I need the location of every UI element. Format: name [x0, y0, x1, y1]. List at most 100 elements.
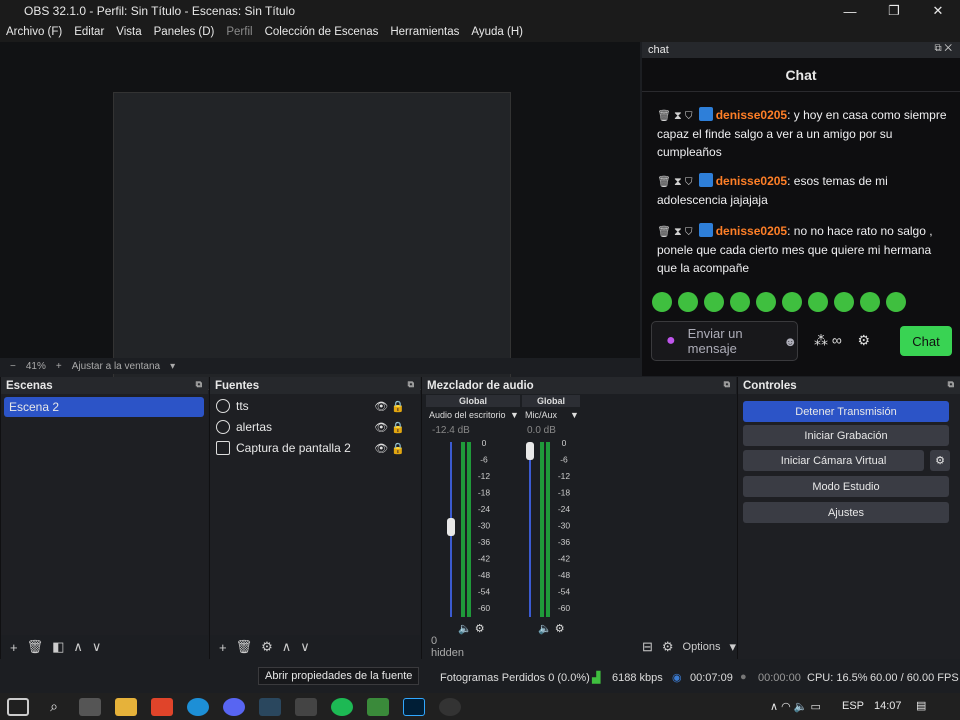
chat-user[interactable]: denisse0205 [716, 108, 787, 122]
options-button[interactable]: Options [683, 641, 721, 653]
dock-float-icon[interactable]: ⧉ [948, 379, 954, 390]
mic-icon[interactable]: ● [666, 332, 676, 350]
menu-herramientas[interactable]: Herramientas [390, 26, 459, 38]
menu-perfil[interactable]: Perfil [226, 26, 252, 38]
chat-send-button[interactable]: Chat [900, 326, 952, 356]
search-icon[interactable]: ⌕ [43, 698, 65, 716]
emote-icon[interactable] [730, 292, 750, 312]
trash-icon[interactable]: 🗑 [236, 639, 253, 655]
maximize-icon[interactable]: ❐ [872, 0, 916, 22]
delete-icon[interactable]: 🗑 ⧗ ⛉ [657, 176, 693, 188]
up-icon[interactable]: ∧ [282, 639, 292, 655]
fit-select[interactable]: Ajustar a la ventana [72, 361, 160, 372]
emote-icon[interactable] [782, 292, 802, 312]
source-item[interactable]: tts 👁 🔒 [216, 396, 411, 416]
epic-icon[interactable] [295, 697, 317, 716]
chat-user[interactable]: denisse0205 [716, 174, 787, 188]
delete-icon[interactable]: 🗑 ⧗ ⛉ [657, 110, 693, 122]
emote-icon[interactable] [678, 292, 698, 312]
trash-icon[interactable]: 🗑 [27, 639, 44, 655]
start-recording-button[interactable]: Iniciar Grabación [743, 425, 949, 446]
discord-icon[interactable] [223, 697, 245, 716]
controls-title: Controles [743, 379, 797, 392]
language-indicator[interactable]: ESP [842, 700, 864, 712]
controls-header: Controles ⧉ [738, 377, 960, 394]
controls-body: Detener Transmisión Iniciar Grabación In… [738, 394, 960, 659]
menu-paneles[interactable]: Paneles (D) [154, 26, 215, 38]
add-icon[interactable]: + [10, 640, 18, 655]
meter-bar [461, 442, 465, 617]
menu-coleccion[interactable]: Colección de Escenas [265, 26, 379, 38]
virtual-camera-button[interactable]: Iniciar Cámara Virtual [743, 450, 924, 471]
explorer-icon[interactable] [115, 697, 137, 716]
gear-icon[interactable]: ⚙ [857, 332, 870, 348]
mixer-toolbar: 0 hidden ⊟ ⚙ Options ▾ [422, 635, 736, 659]
edge-icon[interactable] [187, 697, 209, 716]
meter-bar [467, 442, 471, 617]
start-icon[interactable] [7, 697, 29, 716]
menu-editar[interactable]: Editar [74, 26, 104, 38]
menu-ayuda[interactable]: Ayuda (H) [471, 26, 523, 38]
stop-stream-button[interactable]: Detener Transmisión [743, 401, 949, 422]
minimize-icon[interactable]: — [828, 0, 872, 22]
emote-icon[interactable] [704, 292, 724, 312]
delete-icon[interactable]: 🗑 ⧗ ⛉ [657, 226, 693, 238]
zoom-in-icon[interactable]: + [56, 361, 62, 372]
layout-icon[interactable]: ⊟ [642, 639, 653, 655]
obs-icon[interactable] [439, 697, 461, 716]
chat-user[interactable]: denisse0205 [716, 224, 787, 238]
emote-icon[interactable] [652, 292, 672, 312]
settings-button[interactable]: Ajustes [743, 502, 949, 523]
photoshop-icon[interactable] [403, 697, 425, 716]
close-icon[interactable]: ✕ [916, 0, 960, 22]
tray-icons[interactable]: ∧ ◠ 🔈 ▭ [770, 700, 821, 713]
source-type-icon [216, 399, 230, 413]
emote-icon[interactable] [756, 292, 776, 312]
dock-float-icon[interactable]: ⧉ [408, 379, 414, 390]
down-icon[interactable]: ∨ [92, 639, 102, 655]
gear-icon[interactable]: ⚙ [930, 450, 950, 471]
stream-icon: ◉ [672, 672, 682, 684]
dock-float-icon[interactable]: ⧉ [724, 379, 730, 390]
visibility-icon[interactable]: 👁 🔒 [374, 421, 405, 434]
filter-icon[interactable]: ◧ [52, 639, 64, 655]
chat-input[interactable]: ● Enviar un mensaje ☻ [651, 321, 798, 361]
add-icon[interactable]: + [219, 640, 227, 655]
source-label: alertas [236, 420, 273, 434]
meter-tick-label: -42 [558, 554, 571, 564]
menu-archivo[interactable]: Archivo (F) [6, 26, 62, 38]
visibility-icon[interactable]: 👁 🔒 [374, 442, 405, 455]
chevron-down-icon[interactable]: ▾ [170, 361, 175, 372]
zoom-out-icon[interactable]: − [10, 361, 16, 372]
notification-icon[interactable]: ▤ [916, 699, 926, 712]
preview-area[interactable] [0, 42, 640, 390]
emote-icon[interactable] [860, 292, 880, 312]
chat-message: 🗑 ⧗ ⛉ denisse0205: y hoy en casa como sie… [657, 106, 947, 161]
minecraft-icon[interactable] [367, 697, 389, 716]
studio-mode-button[interactable]: Modo Estudio [743, 476, 949, 497]
menu-vista[interactable]: Vista [116, 26, 141, 38]
chat-message: 🗑 ⧗ ⛉ denisse0205: no no hace rato no sal… [657, 222, 947, 277]
down-icon[interactable]: ∨ [300, 639, 310, 655]
taskview-icon[interactable] [79, 697, 101, 716]
emote-icon[interactable] [834, 292, 854, 312]
up-icon[interactable]: ∧ [73, 639, 83, 655]
brave-icon[interactable] [151, 697, 173, 716]
emote-icon[interactable] [808, 292, 828, 312]
dock-float-icon[interactable]: ⧉ ✕ [934, 43, 952, 54]
spotify-icon[interactable] [331, 697, 353, 716]
clock[interactable]: 14:07 [874, 700, 902, 712]
source-item[interactable]: alertas 👁 🔒 [216, 417, 411, 437]
steam-icon[interactable] [259, 697, 281, 716]
fader-track [529, 442, 531, 617]
points-icon[interactable]: ⁂ ∞ [814, 332, 842, 348]
scene-item[interactable]: Escena 2 [4, 397, 204, 417]
gear-icon[interactable]: ⚙ [662, 639, 674, 655]
visibility-icon[interactable]: 👁 🔒 [374, 400, 405, 413]
gear-icon[interactable]: ⚙ [261, 639, 273, 655]
emoji-icon[interactable]: ☻ [783, 334, 797, 349]
chevron-down-icon[interactable]: ▾ [729, 639, 736, 655]
source-item[interactable]: Captura de pantalla 2 👁 🔒 [216, 438, 411, 458]
dock-float-icon[interactable]: ⧉ [196, 379, 202, 390]
emote-icon[interactable] [886, 292, 906, 312]
